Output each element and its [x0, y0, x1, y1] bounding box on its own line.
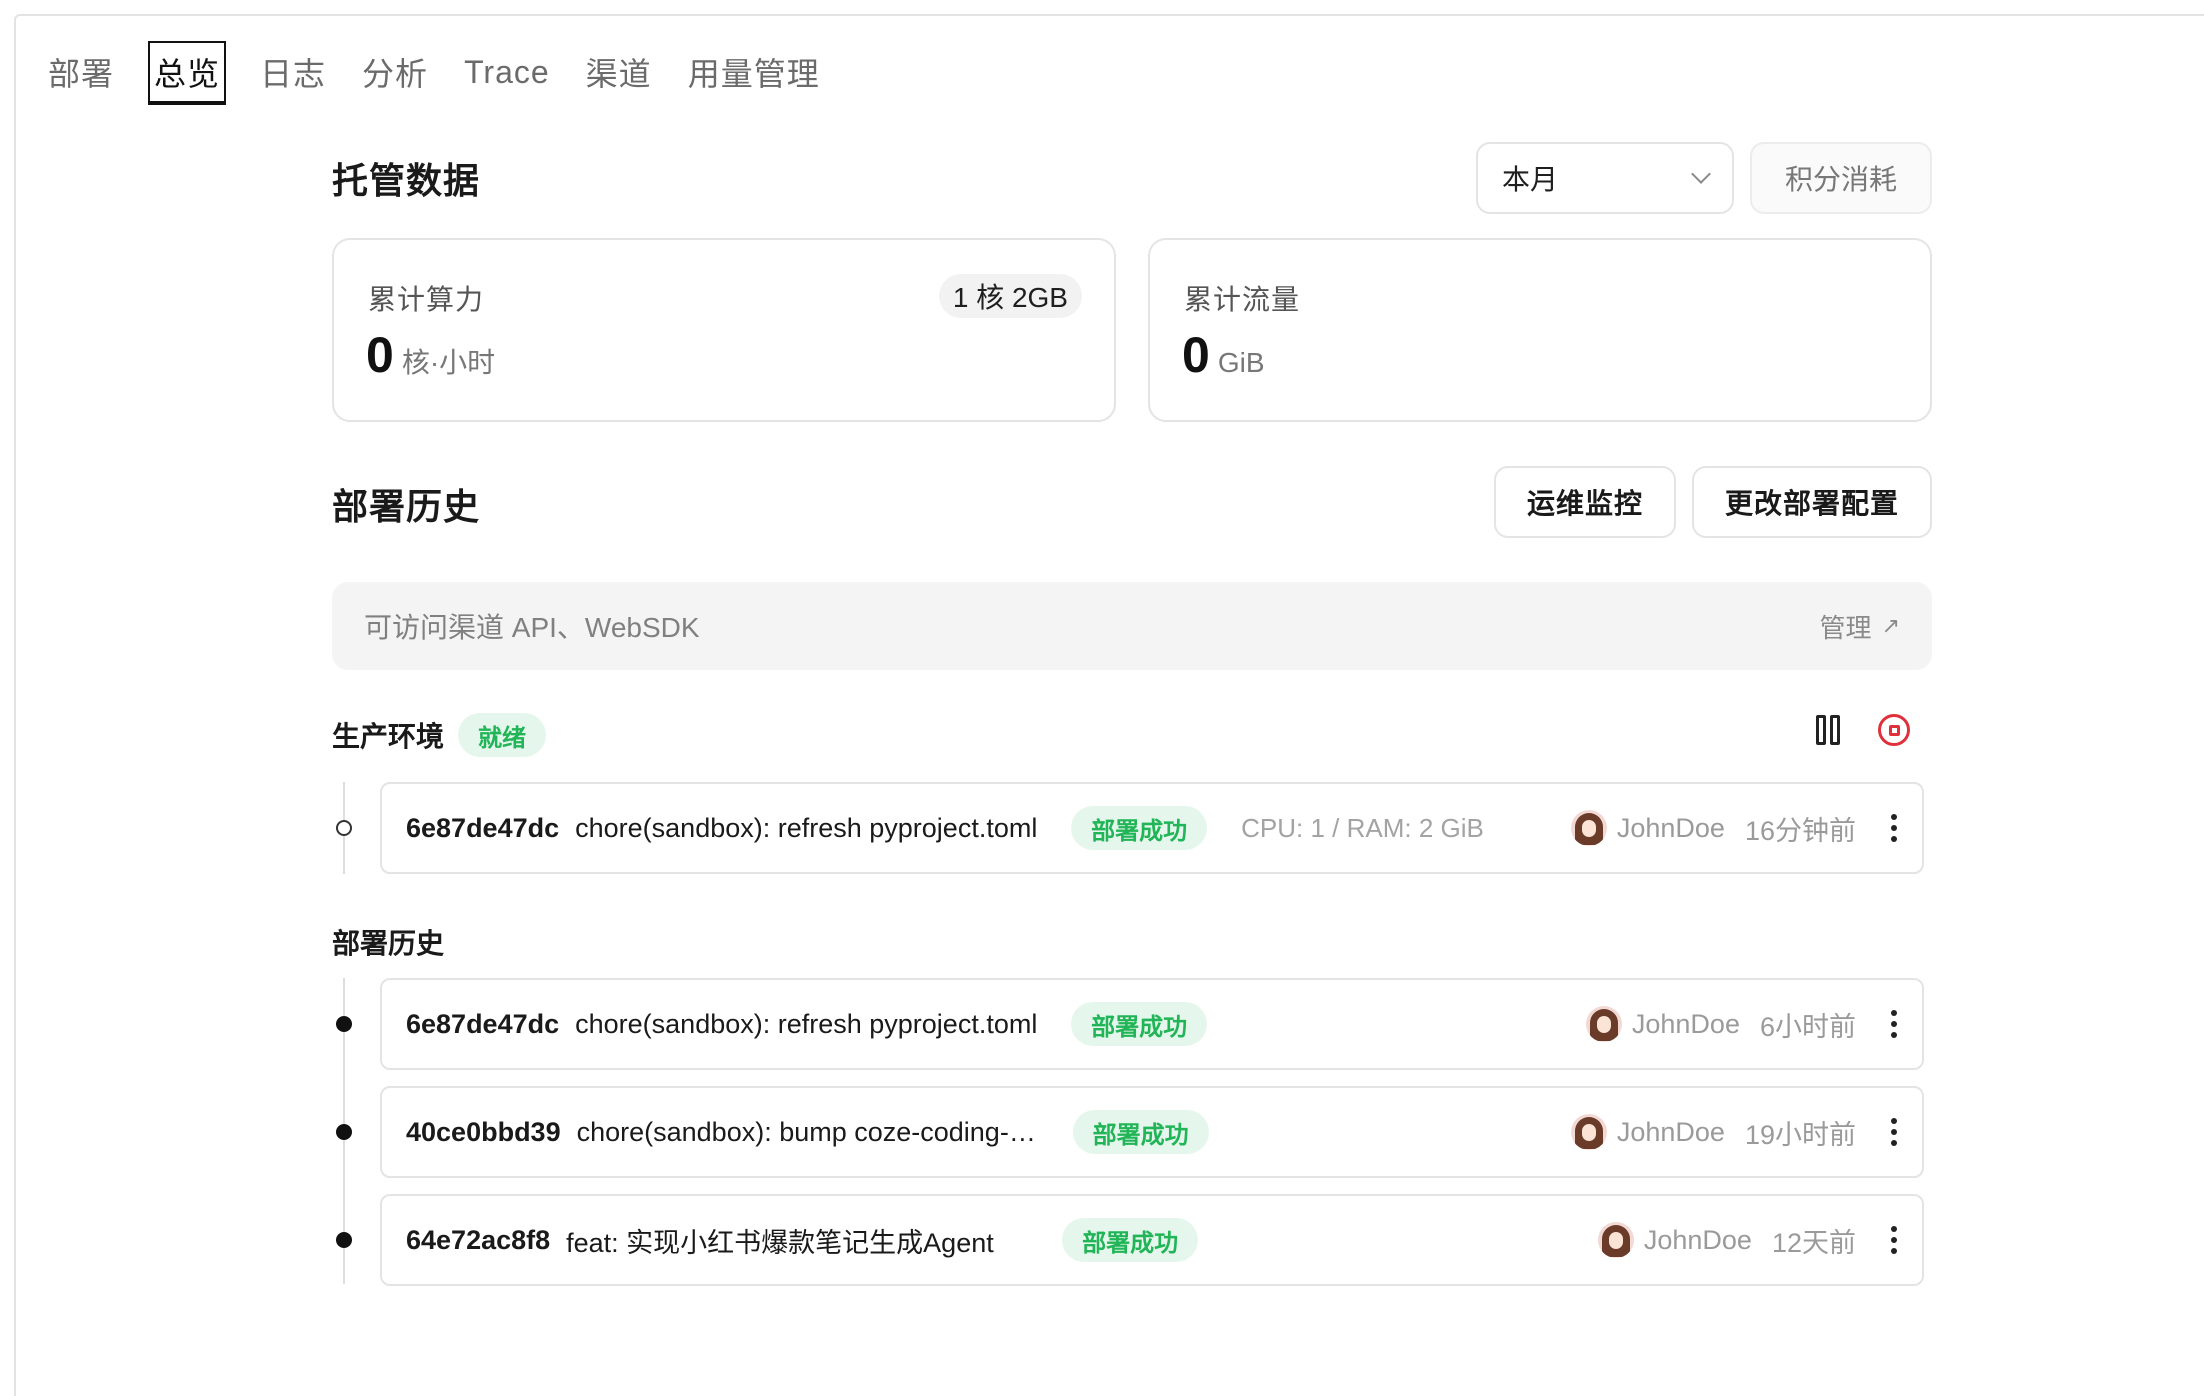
tab-trace[interactable]: Trace	[462, 38, 552, 106]
compute-value: 0 核·小时	[366, 326, 495, 384]
time-ago: 12天前	[1771, 1227, 1856, 1258]
traffic-value: 0 GiB	[1182, 326, 1265, 384]
commit-hash: 6e87de47dc	[406, 1008, 560, 1039]
change-config-button[interactable]: 更改部署配置	[1692, 466, 1932, 538]
commit-message: feat: 实现小红书爆款笔记生成Agent	[566, 1227, 994, 1258]
commit-hash: 40ce0bbd39	[406, 1116, 561, 1147]
commit-message: chore(sandbox): refresh pyproject.toml	[575, 1008, 1038, 1039]
tab-analytics[interactable]: 分析	[360, 38, 430, 106]
more-vertical-icon[interactable]	[1890, 1226, 1898, 1254]
history-row[interactable]: 40ce0bbd39 chore(sandbox): bump coze-cod…	[380, 1086, 1924, 1178]
user-name: JohnDoe	[1616, 812, 1725, 843]
avatar-icon	[1570, 1114, 1607, 1150]
ops-monitor-button[interactable]: 运维监控	[1494, 466, 1676, 538]
pause-icon[interactable]	[1816, 715, 1840, 745]
timeline-dot	[336, 1016, 352, 1032]
avatar-icon	[1585, 1006, 1622, 1042]
hosting-title: 托管数据	[332, 160, 481, 201]
traffic-card: 累计流量 0 GiB	[1148, 238, 1932, 422]
more-vertical-icon[interactable]	[1890, 1010, 1898, 1038]
deploy-status-badge: 部署成功	[1062, 1218, 1199, 1262]
more-vertical-icon[interactable]	[1890, 1118, 1898, 1146]
user-name: JohnDoe	[1616, 1116, 1725, 1147]
timeline-dot	[336, 1232, 352, 1248]
history-row[interactable]: 64e72ac8f8 feat: 实现小红书爆款笔记生成Agent 部署成功 J…	[380, 1194, 1924, 1286]
commit-message: chore(sandbox): refresh pyproject.toml	[575, 812, 1038, 843]
compute-spec-badge: 1 核 2GB	[938, 274, 1082, 318]
resource-spec: CPU: 1 / RAM: 2 GiB	[1241, 812, 1484, 843]
channel-bar: 可访问渠道 API、WebSDK 管理 ↗	[332, 582, 1932, 670]
tab-channels[interactable]: 渠道	[584, 38, 654, 106]
deploy-status-badge: 部署成功	[1072, 1110, 1209, 1154]
row-meta: JohnDoe 19小时前	[1570, 1113, 1898, 1152]
chevron-down-icon	[1691, 164, 1711, 184]
user-name: JohnDoe	[1643, 1224, 1752, 1255]
time-ago: 19小时前	[1744, 1119, 1856, 1150]
commit-hash: 64e72ac8f8	[406, 1224, 551, 1255]
production-title: 生产环境	[332, 721, 445, 752]
channel-text: 可访问渠道 API、WebSDK	[364, 612, 700, 643]
deploy-status-badge: 部署成功	[1071, 1002, 1208, 1046]
production-deployment-row[interactable]: 6e87de47dc chore(sandbox): refresh pypro…	[380, 782, 1924, 874]
row-meta: JohnDoe 12天前	[1597, 1221, 1898, 1260]
time-ago: 6小时前	[1759, 1011, 1856, 1042]
avatar-icon	[1597, 1222, 1634, 1258]
deploy-status-badge: 部署成功	[1071, 806, 1208, 850]
history-list-title: 部署历史	[332, 928, 445, 959]
commit-message: chore(sandbox): bump coze-coding-utils	[576, 1116, 1047, 1147]
avatar-icon	[1570, 810, 1607, 846]
compute-label: 累计算力	[368, 284, 485, 315]
time-ago: 16分钟前	[1744, 815, 1856, 846]
more-vertical-icon[interactable]	[1890, 814, 1898, 842]
manage-link[interactable]: 管理 ↗	[1820, 608, 1900, 645]
timeline-dot	[336, 1124, 352, 1140]
traffic-label: 累计流量	[1184, 284, 1301, 315]
compute-card: 累计算力 1 核 2GB 0 核·小时	[332, 238, 1116, 422]
timeline-dot	[336, 820, 352, 836]
history-title: 部署历史	[332, 486, 481, 527]
tab-deploy[interactable]: 部署	[46, 38, 116, 106]
row-meta: JohnDoe 16分钟前	[1570, 809, 1898, 848]
row-meta: JohnDoe 6小时前	[1585, 1005, 1898, 1044]
compute-unit: 核·小时	[401, 347, 496, 378]
compute-number: 0	[366, 327, 394, 383]
manage-label: 管理	[1819, 612, 1872, 643]
tab-usage[interactable]: 用量管理	[686, 38, 822, 106]
points-button[interactable]: 积分消耗	[1750, 142, 1932, 214]
history-row[interactable]: 6e87de47dc chore(sandbox): refresh pypro…	[380, 978, 1924, 1070]
env-actions	[1816, 714, 1910, 746]
user-name: JohnDoe	[1631, 1008, 1740, 1039]
tab-overview[interactable]: 总览	[148, 41, 227, 105]
production-env-row: 生产环境 就绪	[332, 712, 1932, 758]
period-select-value: 本月	[1502, 164, 1559, 195]
traffic-number: 0	[1182, 327, 1210, 383]
traffic-unit: GiB	[1217, 347, 1265, 378]
arrow-up-right-icon: ↗	[1881, 613, 1900, 638]
tab-logs[interactable]: 日志	[258, 38, 328, 106]
period-select[interactable]: 本月	[1476, 142, 1734, 214]
top-tabs: 部署 总览 日志 分析 Trace 渠道 用量管理	[46, 36, 822, 108]
status-badge: 就绪	[458, 713, 547, 757]
commit-hash: 6e87de47dc	[406, 812, 560, 843]
stop-icon[interactable]	[1878, 714, 1910, 746]
